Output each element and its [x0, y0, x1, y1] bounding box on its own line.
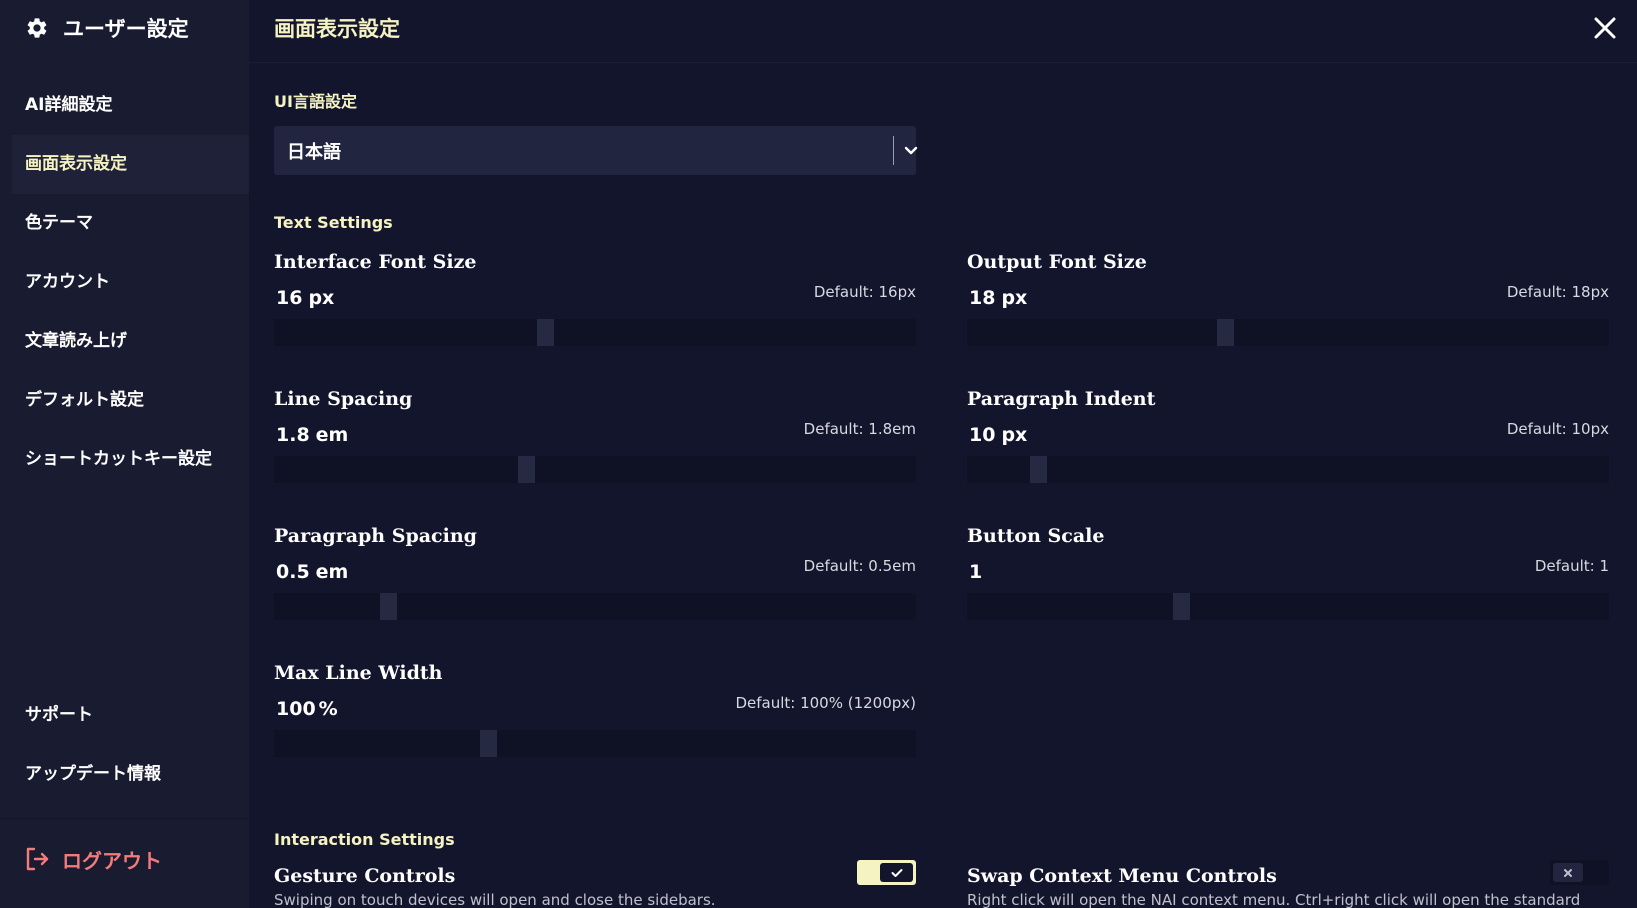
toggle-knob — [880, 863, 913, 882]
language-label: UI言語設定 — [274, 92, 357, 111]
settings-sidebar: ユーザー設定 AI詳細設定 画面表示設定 色テーマ アカウント 文章読み上げ デ… — [0, 0, 249, 908]
value-unit: em — [315, 561, 349, 583]
setting-value: 1.8 em — [276, 424, 348, 446]
value-unit: px — [308, 287, 335, 309]
sidebar-title: ユーザー設定 — [63, 17, 189, 41]
slider-thumb[interactable] — [1217, 319, 1234, 346]
select-divider — [893, 136, 894, 165]
sidebar-item-ai-advanced[interactable]: AI詳細設定 — [12, 76, 249, 135]
sidebar-divider — [0, 818, 249, 819]
setting-default: Default: 10px — [1506, 420, 1609, 438]
setting-title: Max Line Width — [274, 662, 443, 684]
slider-thumb[interactable] — [380, 593, 397, 620]
gesture-controls-title: Gesture Controls — [274, 865, 456, 887]
settings-modal: ユーザー設定 AI詳細設定 画面表示設定 色テーマ アカウント 文章読み上げ デ… — [0, 0, 1637, 908]
setting-value: 1 — [969, 561, 982, 583]
x-icon — [1564, 868, 1572, 877]
setting-title: Output Font Size — [967, 251, 1147, 273]
sidebar-item-support[interactable]: サポート — [12, 686, 249, 745]
setting-value: 100% — [276, 698, 338, 720]
swap-context-menu-title: Swap Context Menu Controls — [967, 865, 1277, 887]
setting-value: 0.5 em — [276, 561, 348, 583]
language-select[interactable]: 日本語 — [274, 126, 918, 175]
close-icon[interactable] — [1591, 14, 1619, 42]
sidebar-item-display[interactable]: 画面表示設定 — [12, 135, 249, 194]
slider-thumb[interactable] — [1030, 456, 1047, 483]
value-number: 1.8 — [276, 424, 310, 446]
chevron-down-icon — [904, 146, 918, 155]
logout-button[interactable]: ログアウト — [24, 843, 162, 875]
language-select-value: 日本語 — [287, 142, 341, 163]
setting-paragraph-spacing: Paragraph Spacing 0.5 em Default: 0.5em — [274, 525, 916, 635]
setting-value: 10 px — [969, 424, 1027, 446]
gear-icon — [27, 18, 47, 38]
checkmark-icon — [891, 868, 902, 877]
setting-default: Default: 1 — [1534, 557, 1609, 575]
setting-paragraph-indent: Paragraph Indent 10 px Default: 10px — [967, 388, 1609, 498]
setting-line-spacing: Line Spacing 1.8 em Default: 1.8em — [274, 388, 916, 498]
setting-default: Default: 16px — [813, 283, 916, 301]
value-number: 10 — [969, 424, 996, 446]
value-unit: px — [1001, 287, 1028, 309]
sidebar-item-account[interactable]: アカウント — [12, 253, 249, 312]
logout-icon — [26, 847, 49, 871]
button-scale-slider[interactable] — [967, 593, 1609, 620]
setting-title: Paragraph Spacing — [274, 525, 477, 547]
sidebar-header: ユーザー設定 — [0, 0, 249, 56]
value-number: 100 — [276, 698, 316, 720]
swap-context-menu-toggle[interactable] — [1550, 860, 1609, 885]
settings-content: 画面表示設定 UI言語設定 日本語 Text Settings Interfac… — [249, 0, 1637, 908]
setting-title: Button Scale — [967, 525, 1105, 547]
slider-thumb[interactable] — [537, 319, 554, 346]
interaction-settings-heading: Interaction Settings — [274, 830, 455, 849]
slider-thumb[interactable] — [1173, 593, 1190, 620]
interface-font-size-slider[interactable] — [274, 319, 916, 346]
setting-title: Paragraph Indent — [967, 388, 1156, 410]
paragraph-spacing-slider[interactable] — [274, 593, 916, 620]
sidebar-bottom: サポート アップデート情報 — [12, 686, 249, 804]
sidebar-item-changelog[interactable]: アップデート情報 — [12, 745, 249, 804]
value-unit: px — [1001, 424, 1028, 446]
toggle-knob — [1553, 863, 1583, 882]
value-number: 1 — [969, 561, 983, 583]
swap-context-menu-description: Right click will open the NAI context me… — [967, 891, 1581, 908]
setting-output-font-size: Output Font Size 18 px Default: 18px — [967, 251, 1609, 361]
logout-label: ログアウト — [62, 848, 162, 873]
sidebar-nav: AI詳細設定 画面表示設定 色テーマ アカウント 文章読み上げ デフォルト設定 … — [12, 76, 249, 489]
paragraph-indent-slider[interactable] — [967, 456, 1609, 483]
value-number: 0.5 — [276, 561, 310, 583]
gesture-controls-toggle[interactable] — [857, 860, 916, 885]
content-header: 画面表示設定 — [249, 0, 1637, 63]
setting-value: 18 px — [969, 287, 1027, 309]
setting-button-scale: Button Scale 1 Default: 1 — [967, 525, 1609, 635]
value-number: 16 — [276, 287, 303, 309]
output-font-size-slider[interactable] — [967, 319, 1609, 346]
setting-title: Line Spacing — [274, 388, 413, 410]
setting-value: 16 px — [276, 287, 334, 309]
sidebar-item-theme[interactable]: 色テーマ — [12, 194, 249, 253]
setting-default: Default: 18px — [1506, 283, 1609, 301]
gesture-controls-description: Swiping on touch devices will open and c… — [274, 891, 716, 908]
sidebar-item-defaults[interactable]: デフォルト設定 — [12, 371, 249, 430]
slider-thumb[interactable] — [480, 730, 497, 757]
setting-interface-font-size: Interface Font Size 16 px Default: 16px — [274, 251, 916, 361]
text-settings-heading: Text Settings — [274, 213, 393, 232]
setting-title: Interface Font Size — [274, 251, 477, 273]
sidebar-item-hotkeys[interactable]: ショートカットキー設定 — [12, 430, 249, 489]
value-unit: % — [318, 698, 338, 720]
page-title: 画面表示設定 — [274, 17, 400, 41]
setting-max-line-width: Max Line Width 100% Default: 100% (1200p… — [274, 662, 916, 772]
setting-default: Default: 100% (1200px) — [735, 694, 916, 712]
value-number: 18 — [969, 287, 996, 309]
value-unit: em — [315, 424, 349, 446]
slider-thumb[interactable] — [518, 456, 535, 483]
setting-default: Default: 0.5em — [803, 557, 916, 575]
setting-default: Default: 1.8em — [803, 420, 916, 438]
max-line-width-slider[interactable] — [274, 730, 916, 757]
line-spacing-slider[interactable] — [274, 456, 916, 483]
sidebar-item-tts[interactable]: 文章読み上げ — [12, 312, 249, 371]
